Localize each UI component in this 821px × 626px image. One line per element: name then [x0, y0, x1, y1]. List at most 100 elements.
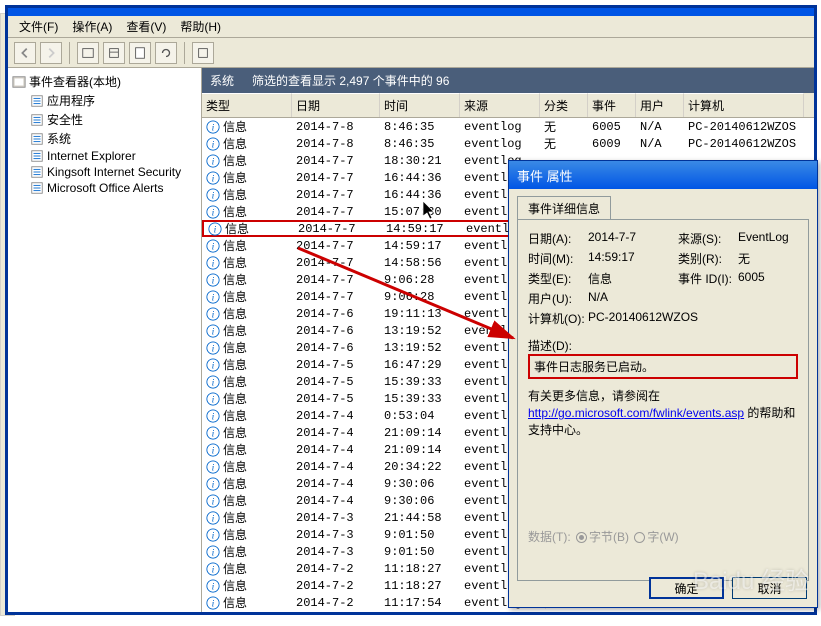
info-icon: i	[206, 562, 220, 576]
col-computer[interactable]: 计算机	[684, 93, 804, 117]
info-icon: i	[206, 307, 220, 321]
info-icon: i	[206, 460, 220, 474]
info-icon: i	[206, 256, 220, 270]
log-icon	[30, 149, 44, 163]
col-user[interactable]: 用户	[636, 93, 684, 117]
info-icon: i	[206, 545, 220, 559]
log-icon	[30, 94, 44, 108]
cancel-button[interactable]: 取消	[732, 577, 807, 599]
svg-text:i: i	[212, 241, 215, 252]
help-link[interactable]: http://go.microsoft.com/fwlink/events.as…	[528, 406, 744, 420]
info-icon: i	[206, 239, 220, 253]
svg-text:i: i	[212, 292, 215, 303]
info-icon: i	[206, 120, 220, 134]
toolbar-btn-2[interactable]	[103, 42, 125, 64]
svg-text:i: i	[212, 326, 215, 337]
tree-item[interactable]: Internet Explorer	[28, 148, 199, 164]
forward-button[interactable]	[40, 42, 62, 64]
content-header: 系统 筛选的查看显示 2,497 个事件中的 96	[202, 68, 814, 93]
header-filter: 筛选的查看显示 2,497 个事件中的 96	[252, 72, 449, 89]
svg-text:i: i	[212, 598, 215, 609]
info-icon: i	[206, 188, 220, 202]
col-date[interactable]: 日期	[292, 93, 380, 117]
info-icon: i	[206, 528, 220, 542]
log-icon	[30, 165, 44, 179]
event-properties-dialog: 事件 属性 事件详细信息 日期(A):2014-7-7来源(S):EventLo…	[508, 160, 818, 608]
info-icon: i	[208, 222, 222, 236]
svg-text:i: i	[212, 496, 215, 507]
log-icon	[30, 181, 44, 195]
svg-text:i: i	[212, 139, 215, 150]
info-icon: i	[206, 290, 220, 304]
info-icon: i	[206, 341, 220, 355]
svg-text:i: i	[212, 343, 215, 354]
detail-grid: 日期(A):2014-7-7来源(S):EventLog 时间(M):14:59…	[528, 230, 798, 327]
info-icon: i	[206, 205, 220, 219]
desc-label: 描述(D):	[528, 337, 798, 354]
info-icon: i	[206, 324, 220, 338]
dialog-title: 事件 属性	[509, 161, 817, 189]
toolbar	[8, 38, 814, 68]
svg-text:i: i	[212, 190, 215, 201]
tree-item[interactable]: 安全性	[28, 110, 199, 129]
svg-text:i: i	[212, 173, 215, 184]
radio-word[interactable]	[634, 532, 645, 543]
svg-text:i: i	[212, 428, 215, 439]
info-icon: i	[206, 409, 220, 423]
table-row[interactable]: i信息 2014-7-8 8:46:35 eventlog 无 6009 N/A…	[202, 135, 814, 152]
info-icon: i	[206, 171, 220, 185]
toolbar-btn-1[interactable]	[77, 42, 99, 64]
menu-help[interactable]: 帮助(H)	[175, 16, 226, 37]
info-icon: i	[206, 273, 220, 287]
svg-text:i: i	[212, 462, 215, 473]
menu-file[interactable]: 文件(F)	[14, 16, 63, 37]
tree-root[interactable]: 事件查看器(本地)	[10, 72, 199, 91]
tree-item[interactable]: Microsoft Office Alerts	[28, 180, 199, 196]
info-icon: i	[206, 494, 220, 508]
col-type[interactable]: 类型	[202, 93, 292, 117]
svg-text:i: i	[212, 411, 215, 422]
info-icon: i	[206, 596, 220, 610]
svg-text:i: i	[212, 564, 215, 575]
info-icon: i	[206, 477, 220, 491]
col-category[interactable]: 分类	[540, 93, 588, 117]
header-label: 系统	[210, 72, 234, 89]
tree-panel: 事件查看器(本地) 应用程序安全性系统Internet ExplorerKing…	[8, 68, 202, 612]
info-icon: i	[206, 443, 220, 457]
info-icon: i	[206, 392, 220, 406]
info-icon: i	[206, 375, 220, 389]
log-icon	[30, 132, 44, 146]
toolbar-btn-5[interactable]	[192, 42, 214, 64]
svg-text:i: i	[214, 224, 217, 235]
more-info-text: 有关更多信息，请参阅在 http://go.microsoft.com/fwli…	[528, 387, 798, 438]
svg-text:i: i	[212, 258, 215, 269]
col-time[interactable]: 时间	[380, 93, 460, 117]
tree-item[interactable]: 应用程序	[28, 91, 199, 110]
svg-text:i: i	[212, 581, 215, 592]
log-icon	[30, 113, 44, 127]
svg-text:i: i	[212, 122, 215, 133]
tree-item[interactable]: Kingsoft Internet Security	[28, 164, 199, 180]
svg-text:i: i	[212, 156, 215, 167]
menu-action[interactable]: 操作(A)	[67, 16, 117, 37]
svg-text:i: i	[212, 479, 215, 490]
tab-details[interactable]: 事件详细信息	[517, 196, 611, 220]
svg-text:i: i	[212, 309, 215, 320]
svg-text:i: i	[212, 530, 215, 541]
menu-view[interactable]: 查看(V)	[121, 16, 171, 37]
ok-button[interactable]: 确定	[649, 577, 724, 599]
tree-item[interactable]: 系统	[28, 129, 199, 148]
table-row[interactable]: i信息 2014-7-8 8:46:35 eventlog 无 6005 N/A…	[202, 118, 814, 135]
refresh-button[interactable]	[155, 42, 177, 64]
properties-button[interactable]	[129, 42, 151, 64]
svg-text:i: i	[212, 275, 215, 286]
info-icon: i	[206, 137, 220, 151]
col-event[interactable]: 事件	[588, 93, 636, 117]
back-button[interactable]	[14, 42, 36, 64]
svg-text:i: i	[212, 445, 215, 456]
info-icon: i	[206, 511, 220, 525]
radio-byte[interactable]	[576, 532, 587, 543]
col-source[interactable]: 来源	[460, 93, 540, 117]
svg-text:i: i	[212, 377, 215, 388]
svg-text:i: i	[212, 547, 215, 558]
